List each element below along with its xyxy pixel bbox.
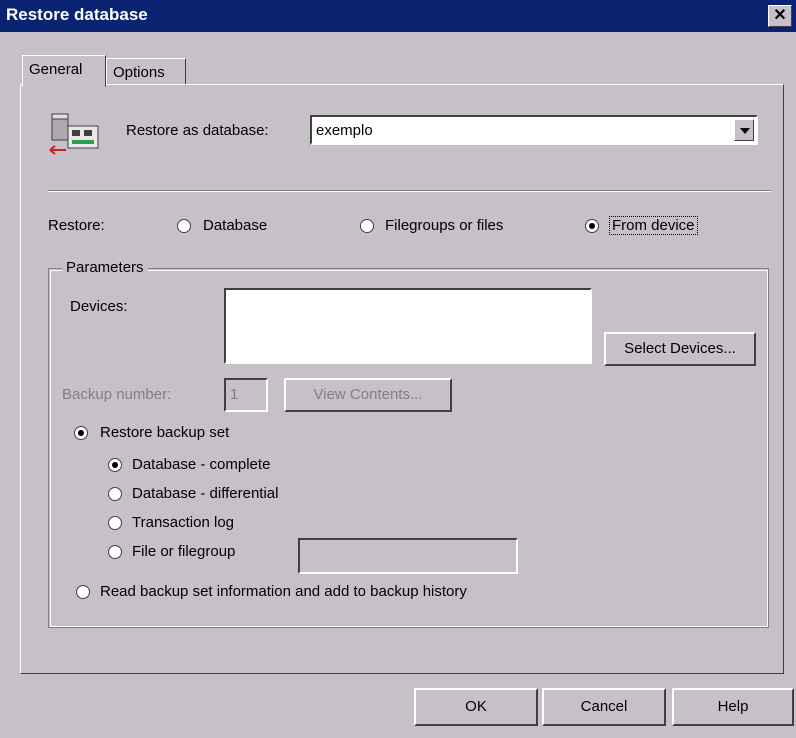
transaction-log-label[interactable]: Transaction log (132, 514, 234, 531)
backup-number-input[interactable]: 1 (224, 378, 268, 412)
read-backup-info-label[interactable]: Read backup set information and add to b… (100, 583, 467, 600)
radio-restore-backup-set[interactable] (74, 426, 88, 440)
radio-filegroups-or-files[interactable] (360, 219, 374, 233)
tab-options-label: Options (113, 64, 165, 81)
close-icon[interactable]: ✕ (768, 5, 792, 27)
devices-list[interactable] (224, 288, 592, 364)
database-differential-label[interactable]: Database - differential (132, 485, 278, 502)
select-devices-button[interactable]: Select Devices... (604, 332, 756, 366)
separator (48, 190, 771, 192)
file-or-filegroup-input[interactable] (298, 538, 518, 574)
database-restore-icon (46, 112, 102, 156)
restore-backup-set-label[interactable]: Restore backup set (100, 424, 229, 441)
backup-number-value: 1 (230, 386, 239, 403)
restore-as-label: Restore as database: (126, 122, 269, 139)
radio-file-or-filegroup[interactable] (108, 545, 122, 559)
cancel-button[interactable]: Cancel (542, 688, 666, 726)
backup-number-label: Backup number: (62, 386, 172, 403)
tab-general[interactable]: General (22, 55, 106, 87)
restore-database-dialog: Restore database ✕ General Options Resto… (0, 0, 796, 738)
radio-read-backup-info[interactable] (76, 585, 90, 599)
radio-from-device-label[interactable]: From device (609, 216, 698, 235)
radio-database-label[interactable]: Database (203, 217, 267, 234)
database-complete-label[interactable]: Database - complete (132, 456, 270, 473)
tab-options[interactable]: Options (106, 58, 186, 86)
radio-filegroups-label[interactable]: Filegroups or files (385, 217, 503, 234)
radio-database-differential[interactable] (108, 487, 122, 501)
devices-label: Devices: (70, 298, 128, 315)
radio-database-complete[interactable] (108, 458, 122, 472)
ok-button[interactable]: OK (414, 688, 538, 726)
file-or-filegroup-label[interactable]: File or filegroup (132, 543, 235, 560)
restore-label: Restore: (48, 217, 105, 234)
chevron-down-icon[interactable] (734, 119, 754, 141)
view-contents-button[interactable]: View Contents... (284, 378, 452, 412)
parameters-legend: Parameters (62, 259, 148, 276)
radio-transaction-log[interactable] (108, 516, 122, 530)
restore-as-database-select[interactable]: exemplo (310, 115, 758, 145)
restore-as-value: exemplo (316, 122, 373, 139)
help-button[interactable]: Help (672, 688, 794, 726)
tab-general-label: General (29, 61, 83, 78)
title-bar: Restore database ✕ (0, 0, 796, 32)
radio-from-device[interactable] (585, 219, 599, 233)
window-title: Restore database (6, 5, 148, 24)
radio-database[interactable] (177, 219, 191, 233)
